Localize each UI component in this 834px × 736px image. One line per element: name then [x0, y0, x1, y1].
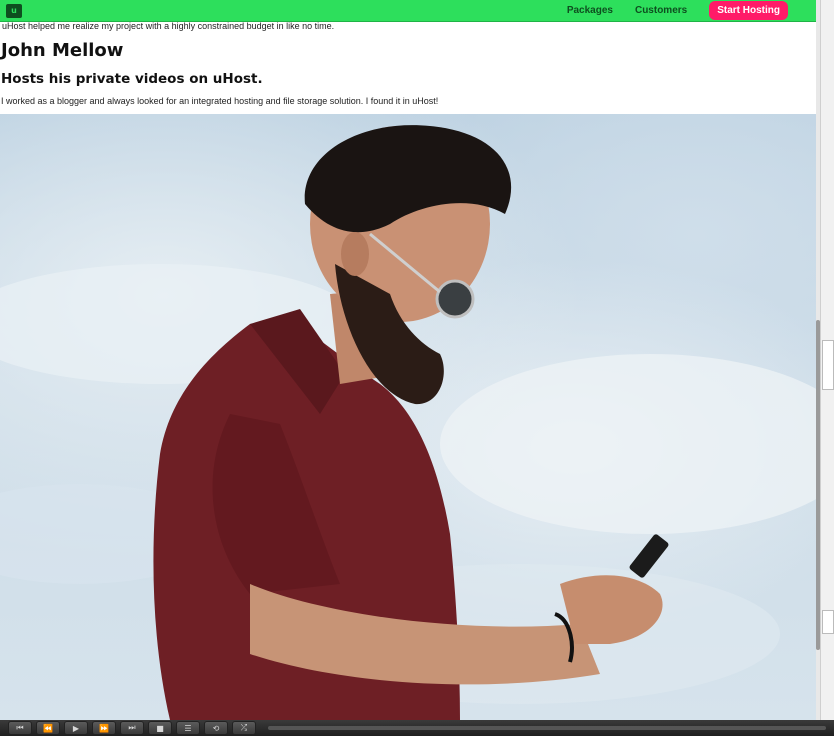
- playlist-icon[interactable]: ☰: [176, 721, 200, 735]
- media-player-toolbar: ⏮ ⏪ ▶ ⏩ ⏭ ■ ☰ ⟲ ⤮: [0, 720, 834, 736]
- customer-name: John Mellow: [1, 40, 124, 61]
- customer-photo-illustration: [0, 125, 820, 720]
- seek-bar[interactable]: [268, 726, 826, 730]
- nav-link-customers[interactable]: Customers: [635, 5, 687, 16]
- skip-back-icon[interactable]: ⏮: [8, 721, 32, 735]
- previous-testimonial-text: uHost helped me realize my project with …: [2, 21, 335, 31]
- adjacent-window-panel-2: [822, 610, 834, 634]
- main-nav: Packages Customers Start Hosting: [567, 1, 788, 20]
- page-viewport: u Packages Customers Start Hosting uHost…: [0, 0, 820, 720]
- customer-quote: I worked as a blogger and always looked …: [1, 96, 439, 106]
- brand-logo[interactable]: u: [6, 3, 22, 18]
- customer-photo: [0, 114, 820, 720]
- fast-forward-icon[interactable]: ⏩: [92, 721, 116, 735]
- rewind-icon[interactable]: ⏪: [36, 721, 60, 735]
- skip-forward-icon[interactable]: ⏭: [120, 721, 144, 735]
- shuffle-icon[interactable]: ⤮: [232, 721, 256, 735]
- play-icon[interactable]: ▶: [64, 721, 88, 735]
- adjacent-window-panel: [822, 340, 834, 390]
- customer-subtitle: Hosts his private videos on uHost.: [1, 71, 263, 87]
- start-hosting-button[interactable]: Start Hosting: [709, 1, 788, 20]
- stop-icon[interactable]: ■: [148, 721, 172, 735]
- nav-link-packages[interactable]: Packages: [567, 5, 613, 16]
- main-header: u Packages Customers Start Hosting: [0, 0, 820, 22]
- repeat-icon[interactable]: ⟲: [204, 721, 228, 735]
- brand-logo-text: u: [11, 6, 17, 15]
